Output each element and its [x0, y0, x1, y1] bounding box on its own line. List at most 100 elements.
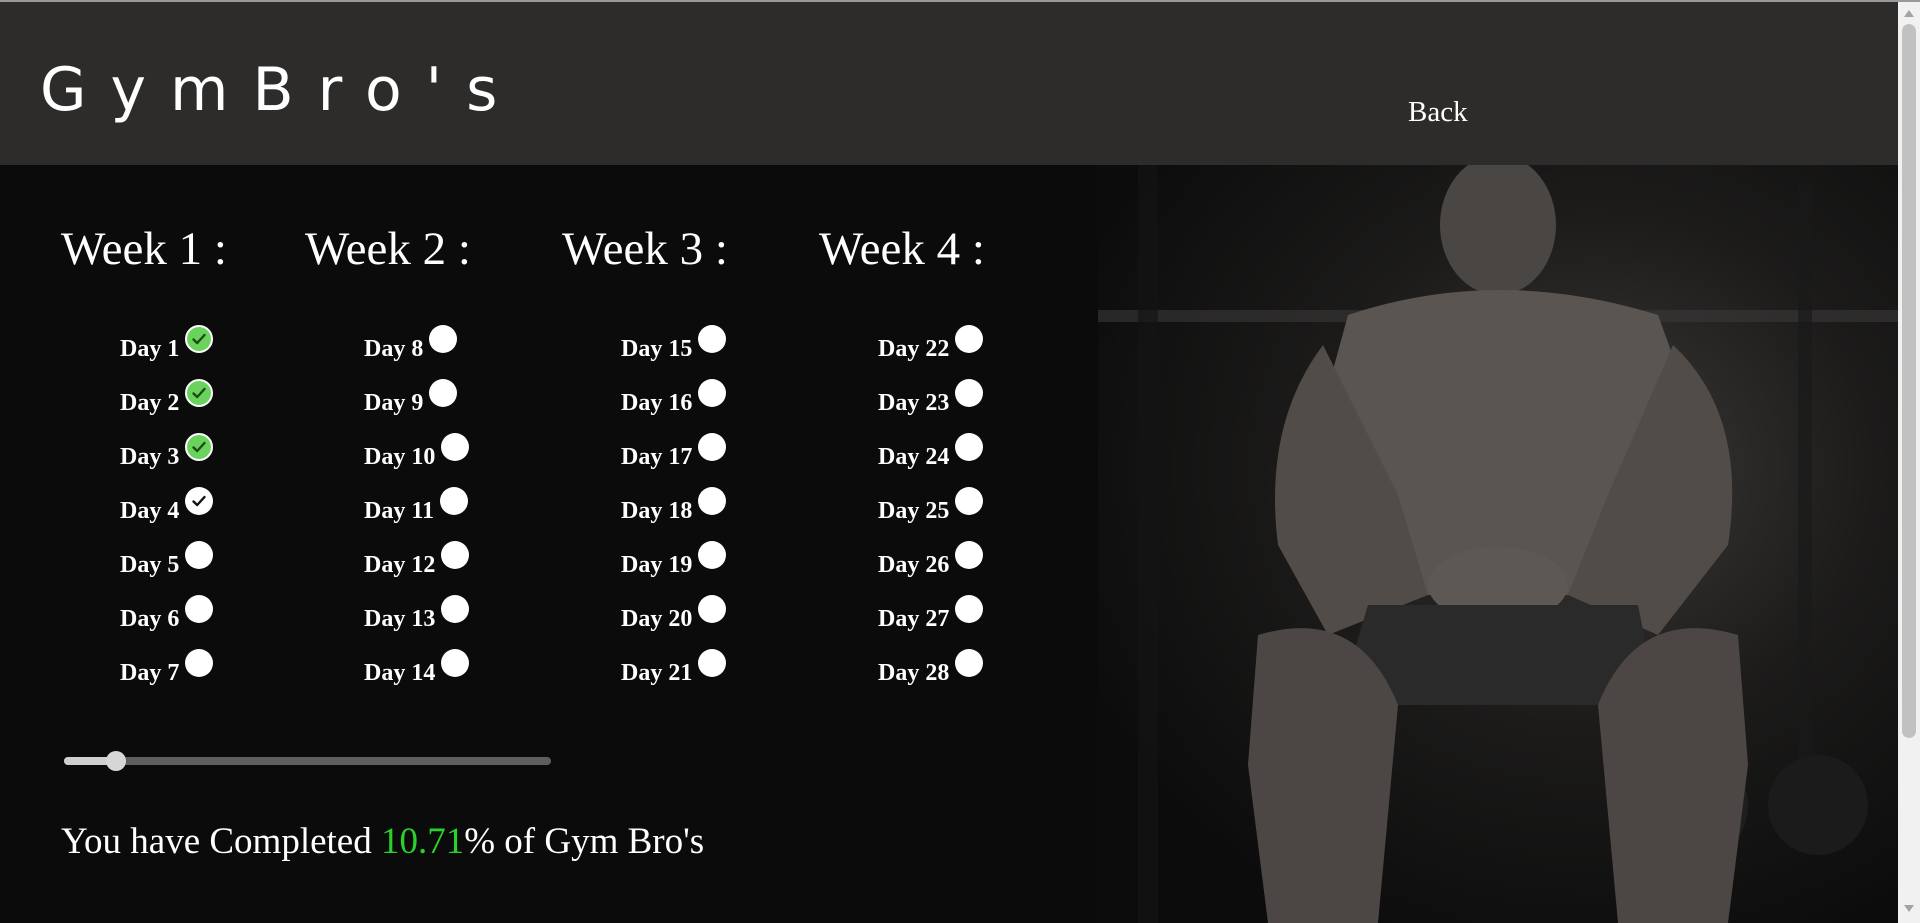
- day-label: Day 10: [364, 444, 436, 470]
- day-checkbox-checked[interactable]: [185, 325, 214, 353]
- day-checkbox-checked[interactable]: [185, 379, 214, 407]
- scroll-up-arrow-icon[interactable]: [1904, 10, 1914, 17]
- day-label: Day 22: [878, 336, 950, 362]
- week-column-3: Week 3 : Day 15 Day 16 Day 17 Day 18 Day 19 Da…: [562, 221, 728, 686]
- day-row: Day 21: [621, 649, 821, 689]
- day-label: Day 24: [878, 444, 950, 470]
- day-checkbox[interactable]: [955, 649, 984, 677]
- scroll-down-arrow-icon[interactable]: [1904, 905, 1914, 912]
- day-label: Day 21: [621, 660, 693, 686]
- day-row: Day 4: [120, 487, 320, 527]
- day-checkbox[interactable]: [955, 379, 984, 407]
- day-row: Day 26: [878, 541, 1078, 581]
- day-row: Day 27: [878, 595, 1078, 635]
- day-label: Day 2: [120, 390, 180, 416]
- day-row: Day 18: [621, 487, 821, 527]
- day-label: Day 13: [364, 606, 436, 632]
- back-link[interactable]: Back: [1408, 94, 1468, 130]
- day-row: Day 9: [364, 379, 564, 419]
- day-checkbox[interactable]: [441, 541, 470, 569]
- day-checkbox[interactable]: [698, 541, 727, 569]
- day-checkbox[interactable]: [955, 595, 984, 623]
- day-label: Day 19: [621, 552, 693, 578]
- day-checkbox[interactable]: [185, 487, 214, 515]
- day-checkbox[interactable]: [185, 541, 214, 569]
- checkmark-icon: [192, 387, 207, 399]
- day-label: Day 4: [120, 498, 180, 524]
- progress-slider[interactable]: [64, 751, 551, 771]
- week-title: Week 2 :: [305, 223, 471, 275]
- day-label: Day 26: [878, 552, 950, 578]
- day-checkbox[interactable]: [429, 379, 458, 407]
- day-checkbox[interactable]: [441, 595, 470, 623]
- day-row: Day 5: [120, 541, 320, 581]
- day-row: Day 2: [120, 379, 320, 419]
- day-checkbox[interactable]: [955, 487, 984, 515]
- day-row: Day 23: [878, 379, 1078, 419]
- day-row: Day 22: [878, 325, 1078, 365]
- day-label: Day 7: [120, 660, 180, 686]
- day-checkbox[interactable]: [955, 325, 984, 353]
- day-label: Day 3: [120, 444, 180, 470]
- day-checkbox[interactable]: [955, 433, 984, 461]
- day-label: Day 1: [120, 336, 180, 362]
- athlete-silhouette: [1098, 165, 1898, 923]
- week-column-2: Week 2 : Day 8 Day 9 Day 10 Day 11 Day 12 Day …: [305, 221, 471, 686]
- day-checkbox[interactable]: [955, 541, 984, 569]
- day-checkbox[interactable]: [185, 649, 214, 677]
- day-checkbox[interactable]: [698, 325, 727, 353]
- day-row: Day 12: [364, 541, 564, 581]
- day-label: Day 18: [621, 498, 693, 524]
- day-label: Day 6: [120, 606, 180, 632]
- day-row: Day 7: [120, 649, 320, 689]
- day-checkbox[interactable]: [698, 433, 727, 461]
- day-row: Day 17: [621, 433, 821, 473]
- day-label: Day 9: [364, 390, 424, 416]
- day-row: Day 25: [878, 487, 1078, 527]
- day-row: Day 10: [364, 433, 564, 473]
- day-label: Day 8: [364, 336, 424, 362]
- day-label: Day 17: [621, 444, 693, 470]
- week-column-4: Week 4 : Day 22 Day 23 Day 24 Day 25 Day 26 Da…: [819, 221, 985, 686]
- checkmark-icon: [192, 495, 207, 507]
- completion-percent: 10.71: [380, 821, 465, 862]
- day-label: Day 16: [621, 390, 693, 416]
- day-label: Day 11: [364, 498, 435, 524]
- site-header: GymBro's Back: [0, 2, 1898, 165]
- week-title: Week 3 :: [562, 223, 728, 275]
- day-checkbox-checked[interactable]: [185, 433, 214, 461]
- vertical-scrollbar[interactable]: [1898, 2, 1920, 923]
- day-row: Day 24: [878, 433, 1078, 473]
- day-checkbox[interactable]: [440, 487, 469, 515]
- day-checkbox[interactable]: [429, 325, 458, 353]
- day-checkbox[interactable]: [698, 487, 727, 515]
- day-label: Day 25: [878, 498, 950, 524]
- day-label: Day 23: [878, 390, 950, 416]
- completion-summary: You have Completed 10.71% of Gym Bro's: [61, 820, 704, 864]
- scrollbar-thumb[interactable]: [1902, 24, 1916, 738]
- day-label: Day 5: [120, 552, 180, 578]
- checkmark-icon: [192, 333, 207, 345]
- day-checkbox[interactable]: [185, 595, 214, 623]
- day-label: Day 15: [621, 336, 693, 362]
- day-checkbox[interactable]: [698, 595, 727, 623]
- completion-prefix: You have Completed: [61, 821, 372, 862]
- day-checkbox[interactable]: [698, 379, 727, 407]
- day-label: Day 20: [621, 606, 693, 632]
- day-row: Day 6: [120, 595, 320, 635]
- day-row: Day 8: [364, 325, 564, 365]
- day-row: Day 20: [621, 595, 821, 635]
- day-checkbox[interactable]: [441, 433, 470, 461]
- day-checkbox[interactable]: [698, 649, 727, 677]
- week-title: Week 1 :: [61, 223, 227, 275]
- day-label: Day 27: [878, 606, 950, 632]
- hero-athlete-image: [1098, 165, 1898, 923]
- progress-panel: Week 1 : Day 1 Day 2 Day 3 Day 4 Day 5 Day 6 Da…: [0, 165, 1098, 923]
- progress-slider-thumb[interactable]: [106, 751, 126, 771]
- brand-logo: GymBro's: [40, 55, 522, 125]
- day-label: Day 14: [364, 660, 436, 686]
- week-column-1: Week 1 : Day 1 Day 2 Day 3 Day 4 Day 5 Day 6 Da…: [61, 221, 227, 686]
- day-label: Day 12: [364, 552, 436, 578]
- day-checkbox[interactable]: [441, 649, 470, 677]
- week-title: Week 4 :: [819, 223, 985, 275]
